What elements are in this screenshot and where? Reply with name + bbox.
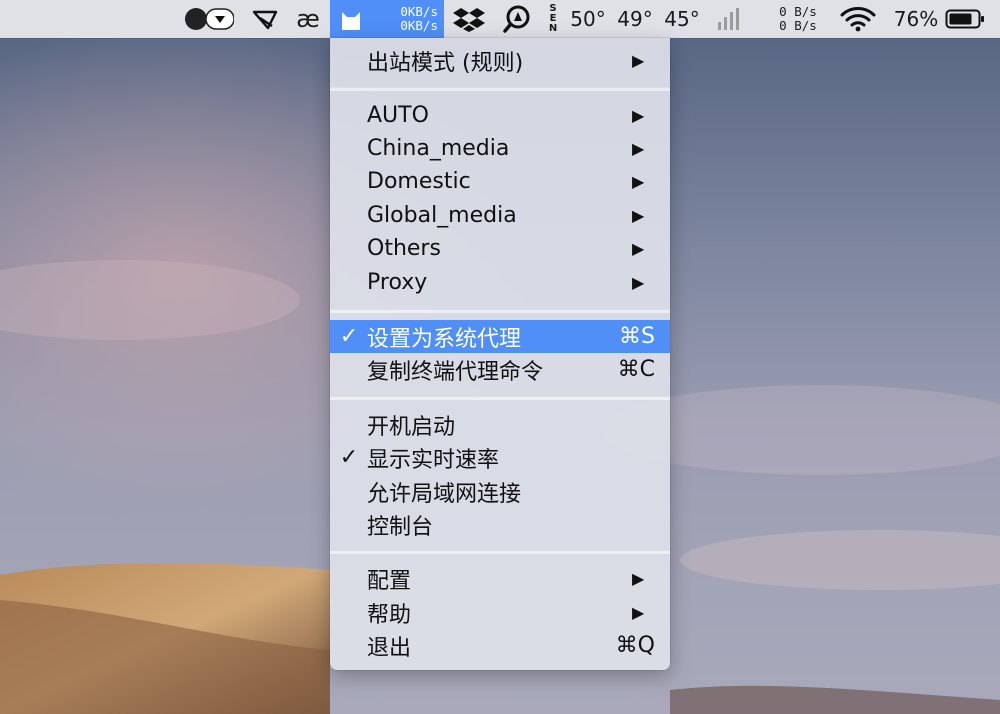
menu-item-config[interactable]: 配置 ▶ (330, 562, 670, 595)
menu-bar: æ 0KB/s 0KB/s S E N 50° 49° 45° 0 B/s 0 … (0, 0, 1000, 38)
menu-separator (330, 396, 670, 400)
group-label: China_media (367, 136, 510, 161)
ae-ligature-icon[interactable]: æ (291, 0, 325, 38)
submenu-arrow-icon: ▶ (632, 139, 645, 158)
proxy-net-speed: 0KB/s 0KB/s (400, 5, 438, 33)
proxy-net-down: 0KB/s (400, 18, 438, 33)
menu-item-outbound-mode[interactable]: 出站模式 (规则) ▶ (330, 44, 670, 77)
temperature-current[interactable]: 50° (566, 0, 610, 38)
menu-item-allow-lan[interactable]: 允许局域网连接 (330, 475, 670, 508)
search-lens-icon[interactable] (500, 0, 534, 38)
proxy-net-up: 0KB/s (400, 4, 438, 19)
config-label: 配置 (367, 568, 412, 594)
temperature-low[interactable]: 45° (660, 0, 704, 38)
menu-item-show-speed[interactable]: ✓ 显示实时速率 (330, 441, 670, 474)
proxy-dropdown-menu: 出站模式 (规则) ▶ AUTO ▶ China_media ▶ Domesti… (330, 38, 670, 670)
wind-dir-n: N (548, 23, 558, 34)
option-label: 控制台 (367, 514, 434, 540)
speed-download: 0 B/s (779, 18, 817, 33)
battery-percent[interactable]: 76% (890, 0, 942, 38)
shortcut-label: ⌘C (617, 357, 655, 382)
menu-item-group-others[interactable]: Others ▶ (330, 232, 670, 265)
menu-item-group-auto[interactable]: AUTO ▶ (330, 99, 670, 132)
option-label: 显示实时速率 (367, 447, 500, 473)
weather-wind-direction: S E N (545, 0, 561, 38)
toggle-dot-icon[interactable] (180, 0, 236, 38)
cat-icon (342, 12, 360, 30)
menu-item-group-domestic[interactable]: Domestic ▶ (330, 165, 670, 198)
outbound-mode-label: 出站模式 (规则) (367, 50, 524, 76)
submenu-arrow-icon: ▶ (632, 106, 645, 125)
menu-item-help[interactable]: 帮助 ▶ (330, 596, 670, 629)
submenu-arrow-icon: ▶ (632, 273, 645, 292)
submenu-arrow-icon: ▶ (632, 51, 645, 70)
copy-command-label: 复制终端代理命令 (367, 359, 544, 385)
speed-upload: 0 B/s (779, 4, 817, 19)
shortcut-label: ⌘S (619, 324, 655, 349)
group-label: Domestic (367, 169, 471, 194)
menu-item-quit[interactable]: 退出 ⌘Q (330, 629, 670, 662)
dropbox-icon[interactable] (450, 0, 488, 38)
shortcut-label: ⌘Q (615, 633, 655, 658)
menu-separator (330, 550, 670, 554)
option-label: 开机启动 (367, 414, 456, 440)
menu-item-group-china-media[interactable]: China_media ▶ (330, 132, 670, 165)
battery-icon[interactable] (944, 0, 986, 38)
menu-item-dashboard[interactable]: 控制台 (330, 508, 670, 541)
menu-item-group-global-media[interactable]: Global_media ▶ (330, 199, 670, 232)
system-proxy-label: 设置为系统代理 (367, 326, 522, 352)
option-label: 允许局域网连接 (367, 481, 522, 507)
temperature-high[interactable]: 49° (613, 0, 657, 38)
group-label: Global_media (367, 203, 517, 228)
menu-separator (330, 87, 670, 91)
quit-label: 退出 (367, 635, 412, 661)
checkmark-icon: ✓ (339, 445, 359, 470)
checkmark-icon: ✓ (339, 324, 359, 349)
wifi-icon[interactable] (838, 0, 878, 38)
group-label: Proxy (367, 270, 428, 295)
help-label: 帮助 (367, 602, 412, 628)
audio-level-icon[interactable] (714, 0, 746, 38)
submenu-arrow-icon: ▶ (632, 569, 645, 588)
pen-tool-icon[interactable] (250, 0, 280, 38)
submenu-arrow-icon: ▶ (632, 239, 645, 258)
submenu-arrow-icon: ▶ (632, 206, 645, 225)
submenu-arrow-icon: ▶ (632, 603, 645, 622)
menu-item-launch-at-login[interactable]: 开机启动 (330, 408, 670, 441)
group-label: Others (367, 236, 441, 261)
group-label: AUTO (367, 103, 429, 128)
menu-item-group-proxy[interactable]: Proxy ▶ (330, 266, 670, 299)
network-speed-monitor[interactable]: 0 B/s 0 B/s (770, 0, 826, 38)
menu-item-copy-terminal-command[interactable]: 复制终端代理命令 ⌘C (330, 353, 670, 386)
proxy-app-status-item[interactable]: 0KB/s 0KB/s (330, 0, 444, 38)
menu-separator (330, 309, 670, 313)
menu-item-set-system-proxy[interactable]: ✓ 设置为系统代理 ⌘S (330, 320, 670, 353)
submenu-arrow-icon: ▶ (632, 172, 645, 191)
